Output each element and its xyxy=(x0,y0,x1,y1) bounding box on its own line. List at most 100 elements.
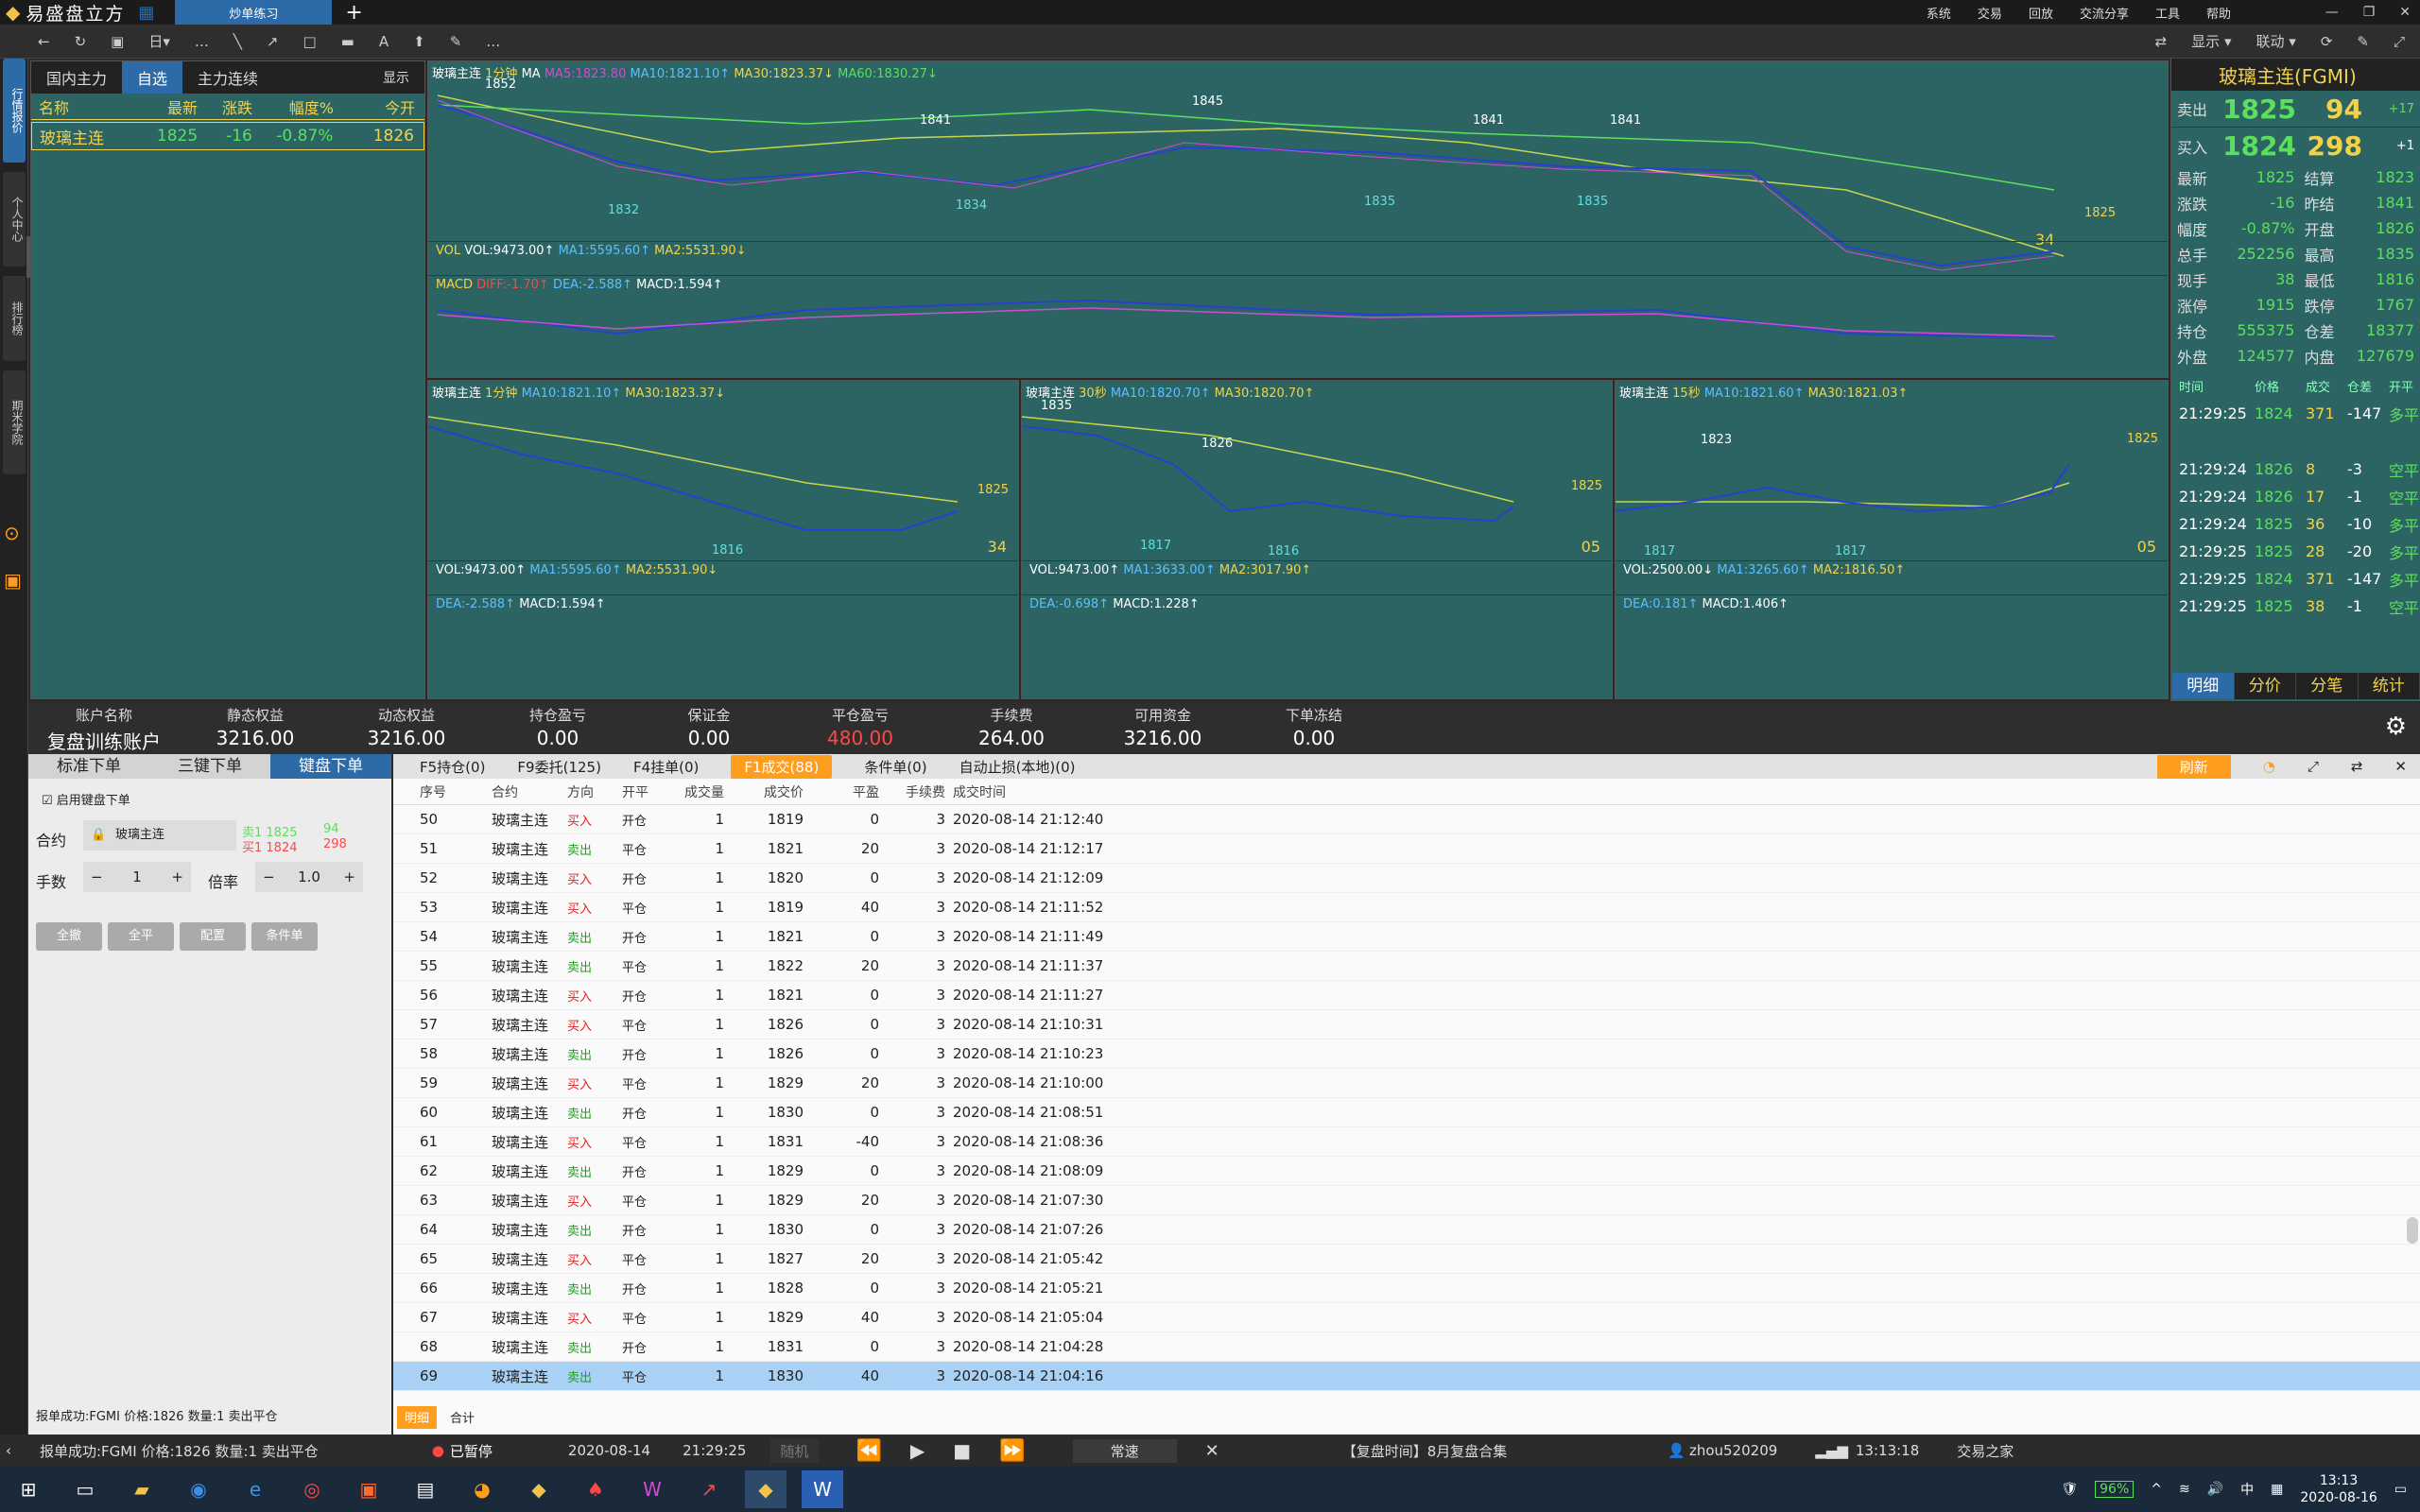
volume-icon[interactable]: 🔊 xyxy=(2207,1482,2223,1497)
windows-start-icon[interactable]: ⊞ xyxy=(8,1470,49,1508)
table-row[interactable]: 51 玻璃主连 卖出 平仓 1 1821 20 3 2020-08-14 21:12:17 xyxy=(393,834,2420,864)
hdr-time[interactable]: 成交时间 xyxy=(945,782,1115,801)
refresh-icon[interactable]: ↻ xyxy=(75,33,87,50)
config-button[interactable]: 配置 xyxy=(180,922,246,951)
footer-tab-detail[interactable]: 明细 xyxy=(397,1406,438,1429)
rate-plus-icon[interactable]: + xyxy=(343,868,355,885)
monitor-app-icon[interactable]: ▣ xyxy=(4,569,22,592)
table-row[interactable]: 58 玻璃主连 卖出 开仓 1 1826 0 3 2020-08-14 21:10:23 xyxy=(393,1040,2420,1069)
hdr-pnl[interactable]: 平盈 xyxy=(804,782,879,801)
tab-standard-order[interactable]: 标准下单 xyxy=(28,754,149,779)
ruler-tool-icon[interactable]: ▬ xyxy=(341,33,354,50)
cancel-all-button[interactable]: 全撤 xyxy=(36,922,102,951)
tab-display[interactable]: 显示 xyxy=(368,68,424,87)
collapse-left-icon[interactable]: ‹ xyxy=(6,1442,11,1459)
menu-share[interactable]: 交流分享 xyxy=(2080,4,2129,22)
app-wh-icon[interactable]: W xyxy=(631,1470,673,1508)
lots-stepper[interactable]: − 1 + xyxy=(83,862,191,892)
stop-icon[interactable]: ■ xyxy=(953,1439,971,1462)
tab-positions[interactable]: F5持仓(0) xyxy=(420,757,485,777)
watch-row[interactable]: 玻璃主连 1825 -16 -0.87% 1826 xyxy=(31,122,424,150)
rect-tool-icon[interactable]: □ xyxy=(302,33,316,50)
up-arrow-tool-icon[interactable]: ⬆ xyxy=(413,33,425,50)
footer-tab-total[interactable]: 合计 xyxy=(442,1406,482,1429)
restore-icon[interactable]: ❐ xyxy=(2363,5,2376,20)
app-game-icon[interactable]: ◕ xyxy=(461,1470,503,1508)
table-row[interactable]: 60 玻璃主连 卖出 开仓 1 1830 0 3 2020-08-14 21:08:51 xyxy=(393,1098,2420,1127)
main-chart[interactable]: 玻璃主连 1分钟 MA MA5:1823.80 MA10:1821.10↑ MA… xyxy=(427,60,2169,378)
condition-order-button[interactable]: 条件单 xyxy=(251,922,318,951)
pie-icon[interactable]: ◔ xyxy=(2263,758,2275,775)
replay-date[interactable]: 2020-08-14 xyxy=(568,1442,650,1459)
hdr-name[interactable]: 名称 xyxy=(31,95,135,118)
swap-icon[interactable]: ⇄ xyxy=(2155,33,2168,50)
ime-indicator[interactable]: 中 xyxy=(2240,1480,2254,1499)
speed-select[interactable]: 常速 xyxy=(1072,1438,1177,1463)
tab-ticks[interactable]: 分笔 xyxy=(2296,673,2359,699)
grid-tray-icon[interactable]: ▦ xyxy=(2271,1482,2283,1497)
hdr-contract[interactable]: 合约 xyxy=(492,782,567,801)
sidenav-quotes[interactable]: 行情报价 xyxy=(3,59,26,163)
table-row[interactable]: 67 玻璃主连 买入 平仓 1 1829 40 3 2020-08-14 21:05:04 xyxy=(393,1303,2420,1332)
settings-gear-icon[interactable]: ⚙ xyxy=(2385,713,2407,741)
tab-orders[interactable]: F9委托(125) xyxy=(517,757,601,777)
sidenav-personal[interactable]: 个人中心 xyxy=(3,172,26,266)
display-dropdown[interactable]: 显示 ▾ xyxy=(2191,31,2231,51)
table-row[interactable]: 50 玻璃主连 买入 开仓 1 1819 0 3 2020-08-14 21:12:40 xyxy=(393,805,2420,834)
table-row[interactable]: 68 玻璃主连 卖出 开仓 1 1831 0 3 2020-08-14 21:04:28 xyxy=(393,1332,2420,1362)
tab-pending[interactable]: F4挂单(0) xyxy=(633,757,699,777)
text-tool-icon[interactable]: A xyxy=(379,33,389,50)
table-row[interactable]: 52 玻璃主连 买入 开仓 1 1820 0 3 2020-08-14 21:12:09 xyxy=(393,864,2420,893)
table-row[interactable]: 56 玻璃主连 买入 开仓 1 1821 0 3 2020-08-14 21:11:27 xyxy=(393,981,2420,1010)
play-icon[interactable]: ▶ xyxy=(910,1439,925,1462)
buy-row[interactable]: 买入 1824 298 +1 xyxy=(2171,127,2420,164)
rewind-icon[interactable]: ⏪ xyxy=(856,1439,882,1463)
hdr-open[interactable]: 今开 xyxy=(334,95,424,118)
sub-chart-1min[interactable]: 玻璃主连 1分钟 MA10:1821.10↑ MA30:1823.37↓ 181… xyxy=(427,380,1019,699)
edge-icon[interactable]: e xyxy=(234,1470,276,1508)
refresh-button[interactable]: 刷新 xyxy=(2156,754,2231,779)
tab-stats[interactable]: 统计 xyxy=(2359,673,2420,699)
replay-time[interactable]: 21:29:25 xyxy=(683,1442,746,1459)
close-icon[interactable]: ✕ xyxy=(2399,5,2411,20)
table-row[interactable]: 59 玻璃主连 买入 平仓 1 1829 20 3 2020-08-14 21:10:00 xyxy=(393,1069,2420,1098)
hdr-last[interactable]: 最新 xyxy=(135,95,198,118)
tab-three-key-order[interactable]: 三键下单 xyxy=(149,754,270,779)
period-icon[interactable]: 日▾ xyxy=(148,31,170,51)
table-row[interactable]: 66 玻璃主连 卖出 开仓 1 1828 0 3 2020-08-14 21:05:21 xyxy=(393,1274,2420,1303)
close-panel-icon[interactable]: ✕ xyxy=(2394,758,2407,775)
notification-icon[interactable]: ▭ xyxy=(2394,1482,2407,1497)
table-row[interactable]: 63 玻璃主连 买入 平仓 1 1829 20 3 2020-08-14 21:07:30 xyxy=(393,1186,2420,1215)
tab-keyboard-order[interactable]: 键盘下单 xyxy=(270,754,391,779)
word-icon[interactable]: W xyxy=(802,1470,843,1508)
arrow-tool-icon[interactable]: ↗ xyxy=(267,33,279,50)
random-button[interactable]: 随机 xyxy=(770,1438,819,1463)
tray-arrow-icon[interactable]: ^ xyxy=(2151,1482,2162,1497)
tab-practice[interactable]: 炒单练习 xyxy=(175,0,333,25)
menu-tools[interactable]: 工具 xyxy=(2155,4,2180,22)
sell-row[interactable]: 卖出 1825 94 +17 xyxy=(2171,91,2420,127)
file-explorer-icon[interactable]: ▰ xyxy=(121,1470,163,1508)
add-tab-icon[interactable]: + xyxy=(345,1,362,25)
rate-stepper[interactable]: − 1.0 + xyxy=(255,862,363,892)
hdr-fee[interactable]: 手续费 xyxy=(879,782,945,801)
more-tools-icon[interactable]: … xyxy=(486,33,500,50)
rate-minus-icon[interactable]: − xyxy=(263,868,275,885)
tab-auto-stop[interactable]: 自动止损(本地)(0) xyxy=(959,757,1076,777)
tab-price-dist[interactable]: 分价 xyxy=(2235,673,2296,699)
fast-forward-icon[interactable]: ⏩ xyxy=(999,1439,1025,1463)
line-tool-icon[interactable]: ╲ xyxy=(233,33,242,50)
calculator-icon[interactable]: ▤ xyxy=(405,1470,446,1508)
battery-indicator[interactable]: 96% xyxy=(2095,1481,2135,1498)
sub-chart-15s[interactable]: 玻璃主连 15秒 MA10:1821.60↑ MA30:1821.03↑ 182… xyxy=(1615,380,2169,699)
app-cards-icon[interactable]: ♠ xyxy=(575,1470,616,1508)
more-icon[interactable]: … xyxy=(195,33,209,50)
scrollbar-thumb[interactable] xyxy=(2407,1217,2418,1244)
sub-chart-30s[interactable]: 玻璃主连 30秒 MA10:1820.70↑ MA30:1820.70↑ 183… xyxy=(1021,380,1613,699)
tab-favorites[interactable]: 自选 xyxy=(122,61,183,94)
tab-fills[interactable]: F1成交(88) xyxy=(731,754,833,779)
table-row[interactable]: 53 玻璃主连 买入 平仓 1 1819 40 3 2020-08-14 21:11:52 xyxy=(393,893,2420,922)
tab-conditional[interactable]: 条件单(0) xyxy=(864,757,926,777)
sidenav-academy[interactable]: 期米学院 xyxy=(3,370,26,474)
app-pankub-icon[interactable]: ◆ xyxy=(745,1470,786,1508)
